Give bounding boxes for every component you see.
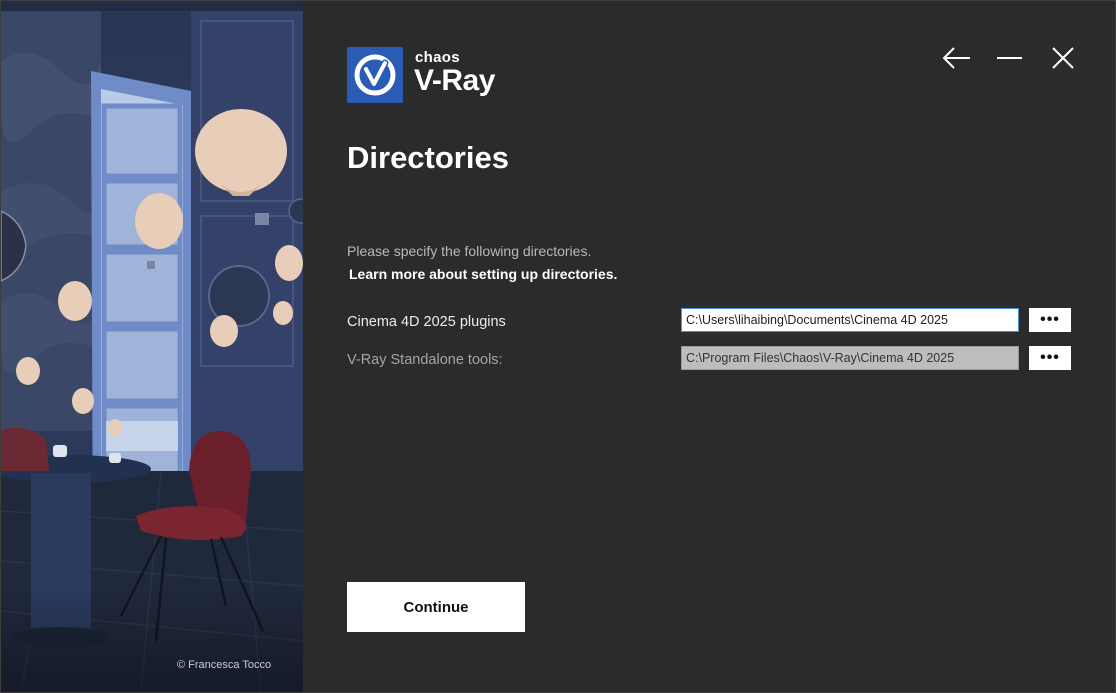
interior-scene-image [1,1,303,692]
minimize-button[interactable] [991,41,1027,77]
vray-standalone-path-input[interactable] [681,346,1019,370]
cinema4d-plugins-browse-button[interactable]: ••• [1029,308,1071,332]
more-icon: ••• [1040,349,1060,366]
more-icon: ••• [1040,311,1060,328]
brand-product: V-Ray [414,64,495,97]
page-description: Please specify the following directories… [347,243,592,259]
installer-window: © Francesca Tocco chaos V-Ray Directorie… [0,0,1116,693]
close-button[interactable] [1045,41,1081,77]
close-icon [1052,47,1074,69]
hero-artwork: © Francesca Tocco [1,1,303,692]
minimize-icon [997,57,1022,59]
vray-logo-icon [354,54,396,96]
back-button[interactable] [938,41,974,77]
continue-button[interactable]: Continue [347,582,525,632]
vray-logo [347,47,403,103]
cinema4d-plugins-path-input[interactable] [681,308,1019,332]
learn-more-link[interactable]: Learn more about setting up directories. [349,266,617,282]
photo-credit: © Francesca Tocco [177,659,272,671]
arrow-left-icon [942,47,970,69]
vray-standalone-browse-button[interactable]: ••• [1029,346,1071,370]
vray-standalone-label: V-Ray Standalone tools: [347,352,503,368]
page-title: Directories [347,140,509,175]
cinema4d-plugins-label: Cinema 4D 2025 plugins [347,314,506,330]
